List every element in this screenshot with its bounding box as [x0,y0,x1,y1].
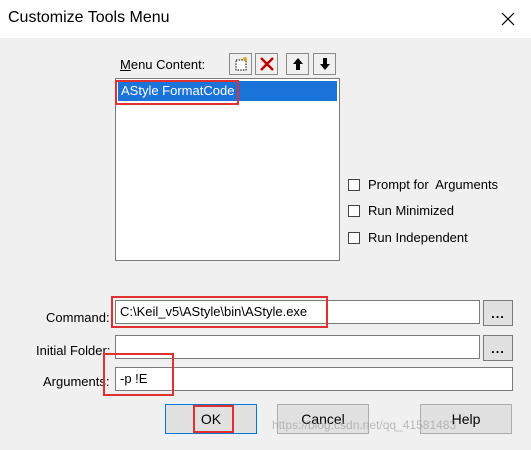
command-browse-button[interactable]: ... [483,300,513,326]
prompt-for-arguments-option[interactable]: Prompt for Arguments [348,177,498,192]
window-title: Customize Tools Menu [8,9,170,26]
customize-tools-dialog: Customize Tools Menu Menu Content: AStyl… [0,0,531,450]
title-bar: Customize Tools Menu [0,0,531,38]
ok-label: OK [200,411,222,427]
move-down-button[interactable] [313,53,336,75]
command-label: Command: [46,310,110,325]
list-item[interactable]: AStyle FormatCode [118,81,337,101]
run-minimized-option[interactable]: Run Minimized [348,203,454,218]
run-independent-label: Run Independent [368,230,468,245]
move-up-icon [292,58,303,70]
run-minimized-label: Run Minimized [368,203,454,218]
delete-icon [259,57,274,71]
move-down-icon [319,58,330,70]
delete-item-button[interactable] [255,53,278,75]
prompt-for-arguments-checkbox[interactable] [348,178,360,191]
arguments-field[interactable]: -p !E [115,367,513,391]
run-independent-option[interactable]: Run Independent [348,230,468,245]
move-up-button[interactable] [286,53,309,75]
run-independent-checkbox[interactable] [348,231,360,244]
initial-folder-field[interactable] [115,335,480,359]
menu-content-label: Menu Content: [120,57,206,72]
initial-folder-label: Initial Folder: [36,343,111,358]
arguments-label: Arguments: [43,374,110,389]
ok-button[interactable]: OK [165,404,257,434]
initial-folder-browse-button[interactable]: ... [483,335,513,361]
run-minimized-checkbox[interactable] [348,204,360,217]
close-icon [501,12,515,26]
menu-content-list[interactable]: AStyle FormatCode [115,78,340,261]
watermark: https://blog.csdn.net/qq_41581483 [272,418,457,432]
command-field[interactable]: C:\Keil_v5\AStyle\bin\AStyle.exe [115,300,480,324]
prompt-for-arguments-label: Prompt for Arguments [368,177,499,192]
new-item-icon [235,57,247,71]
new-item-button[interactable] [229,53,252,75]
close-button[interactable] [485,0,531,38]
